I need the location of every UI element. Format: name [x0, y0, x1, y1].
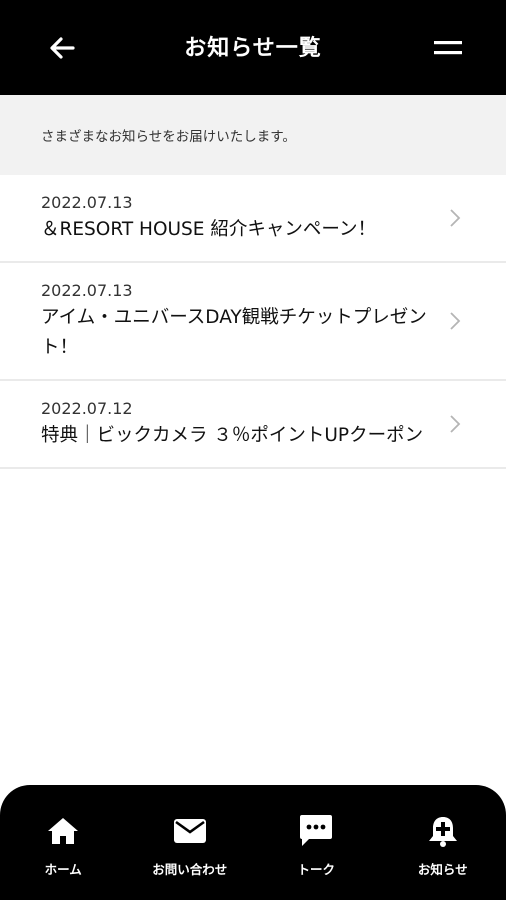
- nav-item-talk[interactable]: トーク: [256, 813, 376, 900]
- menu-button[interactable]: [426, 28, 470, 68]
- nav-item-contact[interactable]: お問い合わせ: [130, 813, 250, 900]
- notice-date: 2022.07.12: [41, 399, 133, 418]
- mail-icon: [172, 813, 208, 849]
- notice-list: 2022.07.13 ＆RESORT HOUSE 紹介キャンペーン！ 2022.…: [0, 175, 506, 469]
- nav-label: お問い合わせ: [152, 862, 228, 877]
- intro-banner: さまざまなお知らせをお届けいたします。: [0, 95, 506, 175]
- menu-icon: [434, 41, 462, 55]
- nav-item-notice[interactable]: お知らせ: [383, 813, 503, 900]
- nav-label: ホーム: [44, 862, 82, 877]
- chevron-right-icon: [450, 415, 461, 433]
- nav-label: トーク: [297, 862, 335, 877]
- nav-item-home[interactable]: ホーム: [3, 813, 123, 900]
- chat-icon: [298, 813, 334, 849]
- app-root: お知らせ一覧 さまざまなお知らせをお届けいたします。 2022.07.13 ＆R…: [0, 0, 506, 900]
- intro-text: さまざまなお知らせをお届けいたします。: [41, 129, 296, 145]
- bottom-nav: ホーム お問い合わせ トーク お知らせ: [0, 785, 506, 900]
- notice-date: 2022.07.13: [41, 281, 133, 300]
- nav-label: お知らせ: [417, 862, 468, 877]
- notice-title: 特典｜ビックカメラ ３％ポイントUPクーポン: [41, 425, 424, 446]
- home-icon: [45, 813, 81, 849]
- chevron-right-icon: [450, 312, 461, 330]
- bell-icon: [425, 813, 461, 849]
- notice-item[interactable]: 2022.07.13 アイム・ユニバースDAY観戦チケットプレゼント！: [0, 263, 506, 381]
- app-header: お知らせ一覧: [0, 0, 506, 95]
- notice-item[interactable]: 2022.07.13 ＆RESORT HOUSE 紹介キャンペーン！: [0, 175, 506, 263]
- chevron-right-icon: [450, 209, 461, 227]
- notice-title: ＆RESORT HOUSE 紹介キャンペーン！: [41, 219, 376, 240]
- notice-item[interactable]: 2022.07.12 特典｜ビックカメラ ３％ポイントUPクーポン: [0, 381, 506, 469]
- notice-date: 2022.07.13: [41, 193, 133, 212]
- notice-title: アイム・ユニバースDAY観戦チケットプレゼント！: [41, 307, 427, 358]
